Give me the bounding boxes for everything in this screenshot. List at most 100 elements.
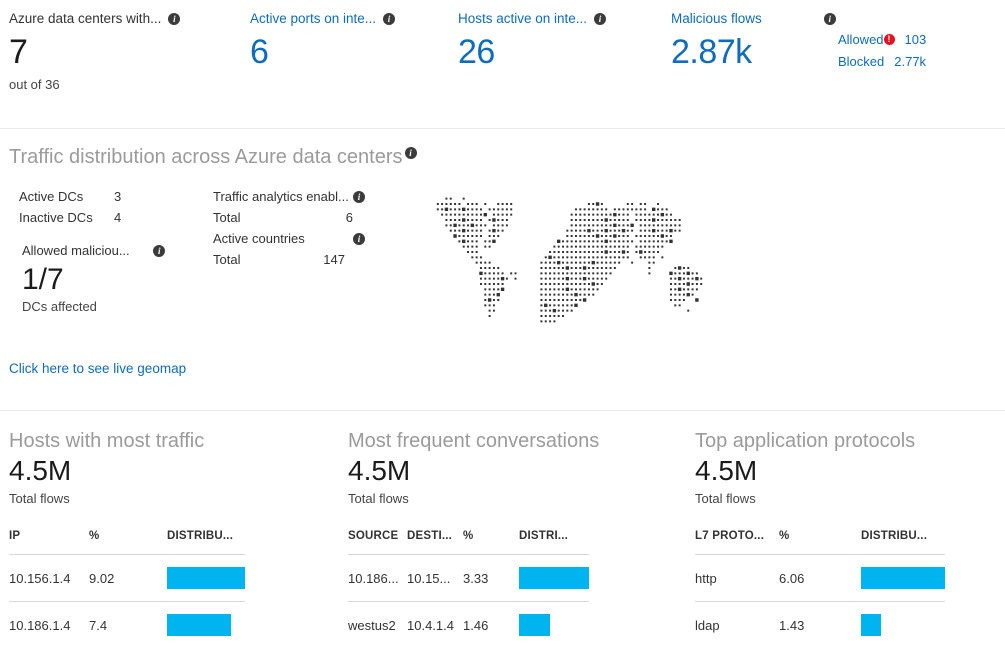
column-header[interactable]: L7 PROTO... xyxy=(695,530,779,555)
table-row[interactable]: ldap1.43 xyxy=(695,602,945,649)
kpi-azure-data-centers-title-text: Azure data centers with... xyxy=(9,11,161,26)
column-header[interactable]: % xyxy=(779,530,861,555)
legend-allowed-label: Allowed xyxy=(838,29,884,51)
info-icon[interactable]: i xyxy=(824,13,836,25)
stat-row: Active DCs3 xyxy=(19,186,121,207)
table-cell: 10.156.1.4 xyxy=(9,555,89,602)
table-cell: 3.33 xyxy=(463,555,519,602)
kpi-malicious-flows-value: 2.87k xyxy=(671,30,836,74)
column-header[interactable]: DESTI... xyxy=(407,530,463,555)
kpi-malicious-flows-title-text: Malicious flows xyxy=(671,11,762,26)
column-header[interactable]: DISTRIBU... xyxy=(861,530,945,555)
stat-label: Total xyxy=(213,207,323,228)
column-header[interactable]: SOURCE xyxy=(348,530,407,555)
stat-value: 4 xyxy=(114,207,121,228)
column-header[interactable]: IP xyxy=(9,530,89,555)
distribution-bar-cell xyxy=(861,602,945,649)
top-application-protocols-table: L7 PROTO...%DISTRIBU...http6.06ldap1.43 xyxy=(695,530,945,648)
traffic-distribution-title-text: Traffic distribution across Azure data c… xyxy=(9,146,403,168)
panel-most-frequent-conversations: Most frequent conversations4.5MTotal flo… xyxy=(348,428,599,648)
column-header[interactable]: % xyxy=(463,530,519,555)
column-header[interactable]: DISTRIBU... xyxy=(167,530,245,555)
kpi-azure-data-centers: Azure data centers with... i 7 out of 36 xyxy=(9,10,180,92)
hosts-with-most-traffic-subtitle: Total flows xyxy=(9,491,245,506)
stat-label: Inactive DCs xyxy=(19,207,114,228)
distribution-bar-cell xyxy=(519,602,589,649)
stat-value: 147 xyxy=(315,249,345,270)
table-row[interactable]: 10.156.1.49.02 xyxy=(9,555,245,602)
table-header-row: L7 PROTO...%DISTRIBU... xyxy=(695,530,945,555)
distribution-bar xyxy=(167,614,231,636)
table-cell: 1.46 xyxy=(463,602,519,649)
legend-blocked-label: Blocked xyxy=(838,51,884,73)
most-frequent-conversations-title: Most frequent conversations xyxy=(348,428,599,454)
panel-top-application-protocols: Top application protocols4.5MTotal flows… xyxy=(695,428,945,648)
dashboard-page: Azure data centers with... i 7 out of 36 Act… xyxy=(0,0,1005,661)
kpi-active-ports: Active ports on inte... i 6 xyxy=(250,10,395,74)
hosts-with-most-traffic-total: 4.5M xyxy=(9,453,245,489)
most-frequent-conversations-total: 4.5M xyxy=(348,453,599,489)
kpi-hosts-active-title[interactable]: Hosts active on inte...i xyxy=(458,10,606,28)
info-icon[interactable]: i xyxy=(383,13,395,25)
kpi-azure-data-centers-sub: out of 36 xyxy=(9,77,180,92)
hosts-with-most-traffic-table: IP%DISTRIBU...10.156.1.49.0210.186.1.47.… xyxy=(9,530,245,648)
table-row[interactable]: 10.186...10.15...3.33 xyxy=(348,555,589,602)
stat-row: Inactive DCs4 xyxy=(19,207,121,228)
info-icon[interactable]: i xyxy=(353,191,365,203)
kpi-hosts-active: Hosts active on inte...i26 xyxy=(458,10,606,74)
distribution-bar-cell xyxy=(167,555,245,602)
allowed-malicious-sub: DCs affected xyxy=(22,299,165,314)
table-row[interactable]: westus210.4.1.41.46 xyxy=(348,602,589,649)
table-cell: http xyxy=(695,555,779,602)
column-header[interactable]: % xyxy=(89,530,167,555)
kpi-azure-data-centers-value: 7 xyxy=(9,30,180,74)
stat-row: Active countriesi xyxy=(213,228,365,249)
distribution-bar xyxy=(861,614,881,636)
kpi-azure-data-centers-title: Azure data centers with... i xyxy=(9,10,180,28)
world-dot-map xyxy=(427,196,712,324)
top-application-protocols-title: Top application protocols xyxy=(695,428,945,454)
info-icon: i xyxy=(405,147,417,159)
kpi-active-ports-title[interactable]: Active ports on inte... i xyxy=(250,10,395,28)
allowed-malicious-block: Allowed maliciou... i 1/7 DCs affected xyxy=(22,240,165,314)
table-row[interactable]: 10.186.1.47.4 xyxy=(9,602,245,649)
table-cell: ldap xyxy=(695,602,779,649)
table-cell: 10.4.1.4 xyxy=(407,602,463,649)
top-application-protocols-total: 4.5M xyxy=(695,453,945,489)
table-cell: 9.02 xyxy=(89,555,167,602)
distribution-bar xyxy=(861,567,945,589)
info-icon: i xyxy=(153,245,165,257)
info-icon[interactable]: i xyxy=(594,13,606,25)
hosts-with-most-traffic-title: Hosts with most traffic xyxy=(9,428,245,454)
legend-row-blocked: Blocked2.77k xyxy=(838,51,951,73)
divider-bottom xyxy=(0,410,1005,411)
info-icon[interactable]: i xyxy=(168,13,180,25)
panel-hosts-with-most-traffic: Hosts with most traffic4.5M Total flows IP… xyxy=(9,428,245,648)
stat-label: Active countries xyxy=(213,228,353,249)
table-row[interactable]: http6.06 xyxy=(695,555,945,602)
malicious-flow-legend: Allowed!103 Blocked2.77k xyxy=(838,29,951,73)
dc-stats-right: Traffic analytics enabl...iTotal6Active … xyxy=(213,186,365,270)
dc-stats-left: Active DCs3Inactive DCs4 xyxy=(19,186,121,228)
info-icon[interactable]: i xyxy=(353,233,365,245)
stat-label: Total xyxy=(213,249,315,270)
table-cell: westus2 xyxy=(348,602,407,649)
distribution-bar xyxy=(167,567,245,589)
stat-value: 6 xyxy=(323,207,353,228)
kpi-malicious-flows-title[interactable]: Malicious flows i xyxy=(671,10,836,28)
table-cell: 10.186.1.4 xyxy=(9,602,89,649)
stat-row: Total6 xyxy=(213,207,365,228)
allowed-malicious-label: Allowed maliciou... xyxy=(22,243,130,258)
stat-value: 3 xyxy=(114,186,121,207)
kpi-active-ports-value: 6 xyxy=(250,30,395,74)
table-cell: 6.06 xyxy=(779,555,861,602)
distribution-bar xyxy=(519,567,589,589)
column-header[interactable]: DISTRI... xyxy=(519,530,589,555)
live-geomap-link[interactable]: Click here to see live geomap xyxy=(9,361,186,376)
table-header-row: IP%DISTRIBU... xyxy=(9,530,245,555)
table-cell: 10.186... xyxy=(348,555,407,602)
allowed-malicious-value: 1/7 xyxy=(22,261,165,299)
kpi-active-ports-title-text: Active ports on inte... xyxy=(250,11,376,26)
table-cell: 10.15... xyxy=(407,555,463,602)
table-cell: 1.43 xyxy=(779,602,861,649)
